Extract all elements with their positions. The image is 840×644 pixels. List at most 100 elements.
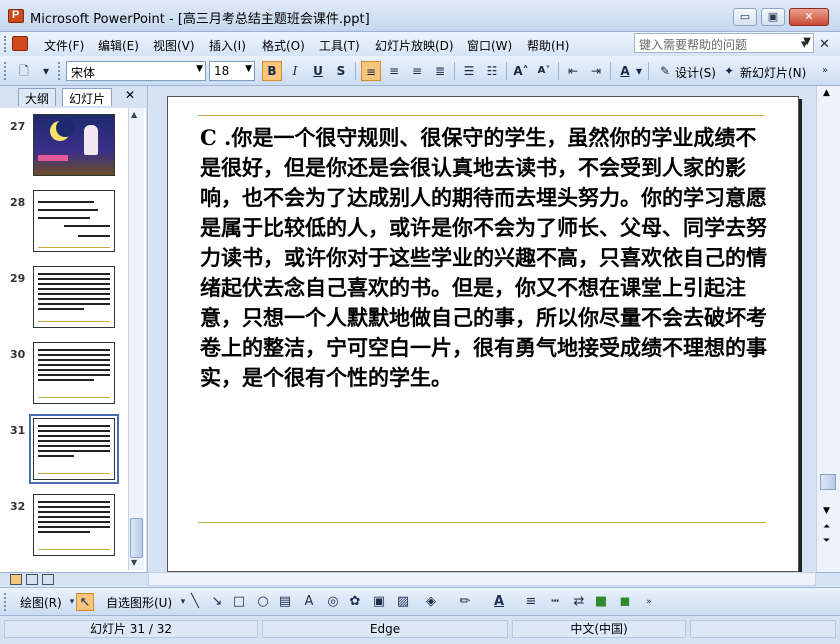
menu-help[interactable]: 帮助(H) [527, 37, 569, 54]
design-icon[interactable]: ✎ [656, 61, 674, 81]
font-color-icon[interactable]: A [490, 593, 508, 611]
line-tool-icon[interactable]: ╲ [186, 593, 204, 611]
autoshapes-button[interactable]: 自选图形(U) [106, 594, 172, 611]
normal-view-icon[interactable] [10, 574, 22, 585]
thumb-text-line [38, 201, 94, 203]
line-style-icon[interactable]: ≡ [522, 593, 540, 611]
menu-edit[interactable]: 编辑(E) [98, 37, 139, 54]
bullet-list-icon[interactable]: ☷ [482, 61, 502, 81]
scrollbar-thumb[interactable] [820, 474, 836, 490]
font-color-dropdown-icon[interactable]: ▾ [634, 61, 644, 81]
menu-grip[interactable] [4, 36, 7, 52]
doc-menu-arrow-icon[interactable]: ▾ [801, 37, 808, 52]
slide-thumbnail-27[interactable] [33, 114, 115, 176]
font-size-combo[interactable]: 18 ▼ [209, 61, 255, 81]
font-name-combo[interactable]: 宋体 ▼ [66, 61, 206, 81]
menu-file[interactable]: 文件(F) [44, 37, 84, 54]
line-color-icon[interactable]: ✏ [456, 593, 474, 611]
picture-tool-icon[interactable]: ▣ [370, 593, 388, 611]
arrow-tool-icon[interactable]: ↘ [208, 593, 226, 611]
distribute-icon[interactable]: ≣ [430, 61, 450, 81]
menu-window[interactable]: 窗口(W) [467, 37, 512, 54]
oval-tool-icon[interactable]: ○ [254, 593, 272, 611]
slide-thumbnail-30[interactable] [33, 342, 115, 404]
new-slide-button[interactable]: 新幻灯片(N) [740, 64, 806, 81]
maximize-button[interactable]: ▣ [761, 8, 785, 26]
toolbar-grip-2[interactable] [58, 62, 61, 80]
bold-button[interactable]: B [262, 61, 282, 81]
powerpoint-app-icon[interactable] [8, 9, 24, 23]
align-right-icon[interactable]: ≡ [407, 61, 427, 81]
align-left-icon[interactable]: ≡ [361, 61, 381, 81]
menu-slideshow[interactable]: 幻灯片放映(D) [375, 37, 454, 54]
menu-insert[interactable]: 插入(I) [209, 37, 246, 54]
new-slide-icon[interactable]: ✦ [720, 61, 738, 81]
textbox-tool-icon[interactable]: ▤ [276, 593, 294, 611]
new-document-icon[interactable]: 🗋 [14, 61, 34, 81]
menu-view[interactable]: 视图(V) [153, 37, 195, 54]
tab-outline[interactable]: 大纲 [18, 88, 57, 106]
slide-canvas[interactable]: C .你是一个很守规则、很保守的学生，虽然你的学业成绩不是很好，但是你还是会很认… [167, 96, 799, 572]
toolbar-grip[interactable] [4, 62, 7, 80]
scroll-up-icon[interactable]: ▲ [823, 88, 830, 98]
previous-slide-icon[interactable]: ⏶ [823, 522, 830, 532]
image-insert-icon[interactable]: ▨ [394, 593, 412, 611]
pane-close-icon[interactable]: ✕ [125, 88, 135, 102]
shadow-button[interactable]: S [331, 61, 351, 81]
slide-scrollbar[interactable]: ▲ ▼ ⏶ ⏷ [816, 86, 840, 572]
scroll-down-icon[interactable]: ▼ [823, 506, 830, 516]
shadow-style-icon[interactable]: ■ [592, 593, 610, 611]
decrease-indent-icon[interactable]: ⇤ [563, 61, 583, 81]
document-icon[interactable] [12, 36, 28, 51]
menu-format[interactable]: 格式(O) [262, 37, 305, 54]
arrow-style-icon[interactable]: ⇄ [570, 593, 588, 611]
thumb-text-line [38, 526, 110, 528]
minimize-button[interactable]: ▭ [733, 8, 757, 26]
rectangle-tool-icon[interactable]: □ [230, 593, 248, 611]
next-slide-icon[interactable]: ⏷ [823, 536, 830, 546]
increase-indent-icon[interactable]: ⇥ [586, 61, 606, 81]
doc-close-icon[interactable]: ✕ [819, 37, 830, 52]
toolbar-options-icon[interactable]: ▾ [36, 61, 56, 81]
3d-style-icon[interactable]: ◼ [616, 593, 634, 611]
font-color-icon[interactable]: A [615, 61, 635, 81]
toolbar-overflow-icon[interactable]: » [640, 593, 658, 611]
diagram-tool-icon[interactable]: ◎ [324, 593, 342, 611]
toolbar-grip[interactable] [4, 593, 7, 611]
slide-thumbnail-28[interactable] [33, 190, 115, 252]
thumbnail-scrollbar[interactable]: ▲ ▼ [128, 108, 144, 570]
horizontal-scrollbar[interactable] [148, 572, 816, 586]
scrollbar-thumb[interactable] [130, 518, 143, 558]
slideshow-view-icon[interactable] [42, 574, 54, 585]
decrease-font-icon[interactable]: A˅ [534, 61, 554, 81]
numbered-list-icon[interactable]: ☰ [459, 61, 479, 81]
fill-color-icon[interactable]: ◈ [422, 593, 440, 611]
chevron-down-icon[interactable]: ▼ [196, 64, 203, 74]
select-pointer-icon[interactable]: ↖ [76, 593, 94, 611]
thumb-text-line [38, 501, 110, 503]
italic-button[interactable]: I [285, 61, 305, 81]
slide-body-text[interactable]: C .你是一个很守规则、很保守的学生，虽然你的学业成绩不是很好，但是你还是会很认… [200, 123, 770, 393]
menu-tools[interactable]: 工具(T) [319, 37, 360, 54]
clipart-tool-icon[interactable]: ✿ [346, 593, 364, 611]
wordart-tool-icon[interactable]: A [300, 593, 318, 611]
close-button[interactable]: ✕ [789, 8, 829, 26]
increase-font-icon[interactable]: A˄ [511, 61, 531, 81]
slide-thumbnail-29[interactable] [33, 266, 115, 328]
tab-slides[interactable]: 幻灯片 [62, 88, 113, 106]
scroll-up-icon[interactable]: ▲ [131, 110, 137, 119]
dash-style-icon[interactable]: ┅ [546, 593, 564, 611]
slide-thumbnail-31[interactable] [29, 414, 119, 484]
design-button[interactable]: 设计(S) [675, 64, 716, 81]
slide-thumbnail-list: 27 28 29 30 31 32 [0, 108, 146, 572]
chevron-down-icon[interactable]: ▼ [245, 64, 252, 74]
scroll-down-icon[interactable]: ▼ [131, 558, 137, 567]
underline-button[interactable]: U [308, 61, 328, 81]
draw-menu-button[interactable]: 绘图(R) [20, 594, 62, 611]
slide-thumbnail-32[interactable] [33, 494, 115, 556]
align-center-icon[interactable]: ≡ [384, 61, 404, 81]
toolbar-overflow-icon[interactable]: » [818, 61, 832, 81]
help-search-input[interactable]: 键入需要帮助的问题 ▼ [634, 33, 814, 53]
slide-sorter-view-icon[interactable] [26, 574, 38, 585]
thumb-text-line [38, 435, 110, 437]
